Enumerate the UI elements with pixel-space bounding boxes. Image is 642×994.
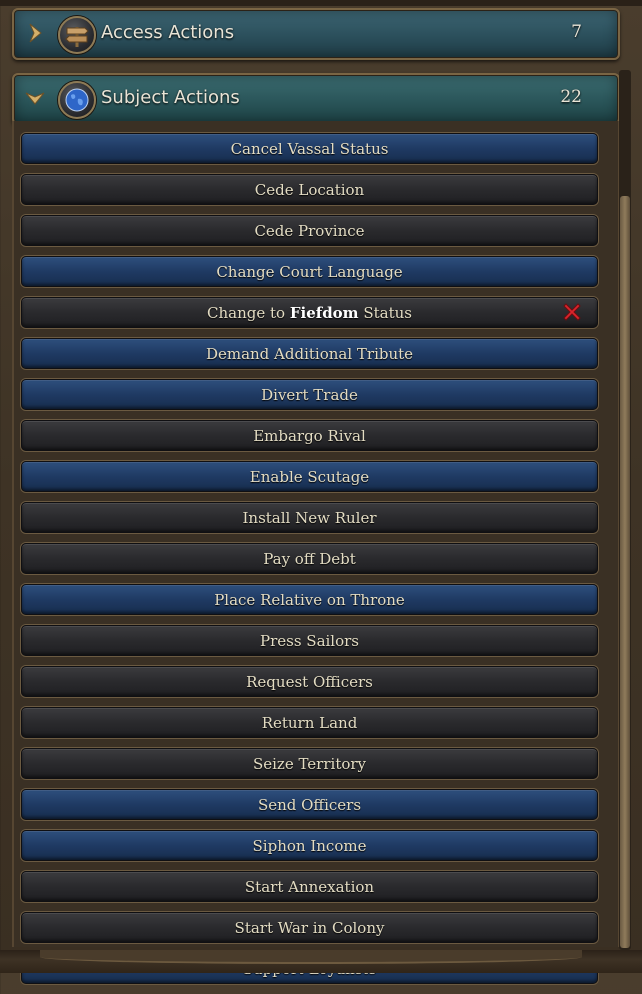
panel-top-edge [0,0,642,6]
scrollbar-thumb[interactable] [620,196,630,948]
action-button[interactable]: Press Sailors [21,625,598,656]
action-button[interactable]: Siphon Income [21,830,598,861]
action-button[interactable]: Place Relative on Throne [21,584,598,615]
action-button[interactable]: Request Officers [21,666,598,697]
action-label: Siphon Income [252,836,367,855]
category-count: 7 [571,22,582,42]
globe-icon [58,81,96,119]
action-label: Cede Location [254,180,365,199]
action-button[interactable]: Change Court Language [21,256,598,287]
action-label: Cancel Vassal Status [230,139,389,158]
action-button[interactable]: Cede Province [21,215,598,246]
action-label: Cede Province [254,221,365,240]
category-header-subject-actions[interactable]: Subject Actions 22 [12,73,620,125]
action-button[interactable]: Cancel Vassal Status [21,133,598,164]
category-header-access-actions[interactable]: Access Actions 7 [12,8,620,60]
action-label: Divert Trade [261,385,358,404]
bottom-arch-decoration [40,950,582,964]
action-label: Change to Fiefdom Status [207,304,412,322]
action-button[interactable]: Enable Scutage [21,461,598,492]
label-part: Change to [207,303,290,322]
label-part: Status [358,303,412,322]
action-button[interactable]: Divert Trade [21,379,598,410]
action-label: Install New Ruler [242,508,377,527]
action-button[interactable]: Start Annexation [21,871,598,902]
action-label: Start Annexation [244,877,375,896]
action-label: Press Sailors [259,631,360,650]
action-label: Enable Scutage [249,467,370,486]
subject-actions-list: Cancel Vassal Status Cede Location Cede … [21,133,598,994]
category-title: Subject Actions [101,87,240,108]
action-label: Request Officers [246,672,373,691]
action-label: Place Relative on Throne [214,590,405,609]
action-label: Seize Territory [252,754,367,773]
panel-bottom-edge [0,950,642,973]
action-button[interactable]: Embargo Rival [21,420,598,451]
action-button[interactable]: Cede Location [21,174,598,205]
action-button[interactable]: Seize Territory [21,748,598,779]
chevron-down-icon[interactable] [24,87,46,109]
action-label: Embargo Rival [253,426,366,445]
action-button[interactable]: Send Officers [21,789,598,820]
action-button[interactable]: Pay off Debt [21,543,598,574]
action-label: Send Officers [257,795,362,814]
action-label: Return Land [261,713,358,732]
action-label: Start War in Colony [234,918,385,937]
action-button[interactable]: Install New Ruler [21,502,598,533]
action-button[interactable]: Demand Additional Tribute [21,338,598,369]
action-button[interactable]: Return Land [21,707,598,738]
red-x-icon [561,301,583,323]
chevron-right-icon[interactable] [24,22,46,44]
label-highlight: Fiefdom [289,303,359,322]
action-button-change-to-fiefdom[interactable]: Change to Fiefdom Status [21,297,598,328]
action-label: Pay off Debt [263,549,356,568]
signpost-icon [58,16,96,54]
action-label: Demand Additional Tribute [205,344,414,363]
category-count: 22 [560,87,582,107]
category-title: Access Actions [101,22,235,43]
action-label: Change Court Language [216,262,403,281]
action-button[interactable]: Start War in Colony [21,912,598,943]
